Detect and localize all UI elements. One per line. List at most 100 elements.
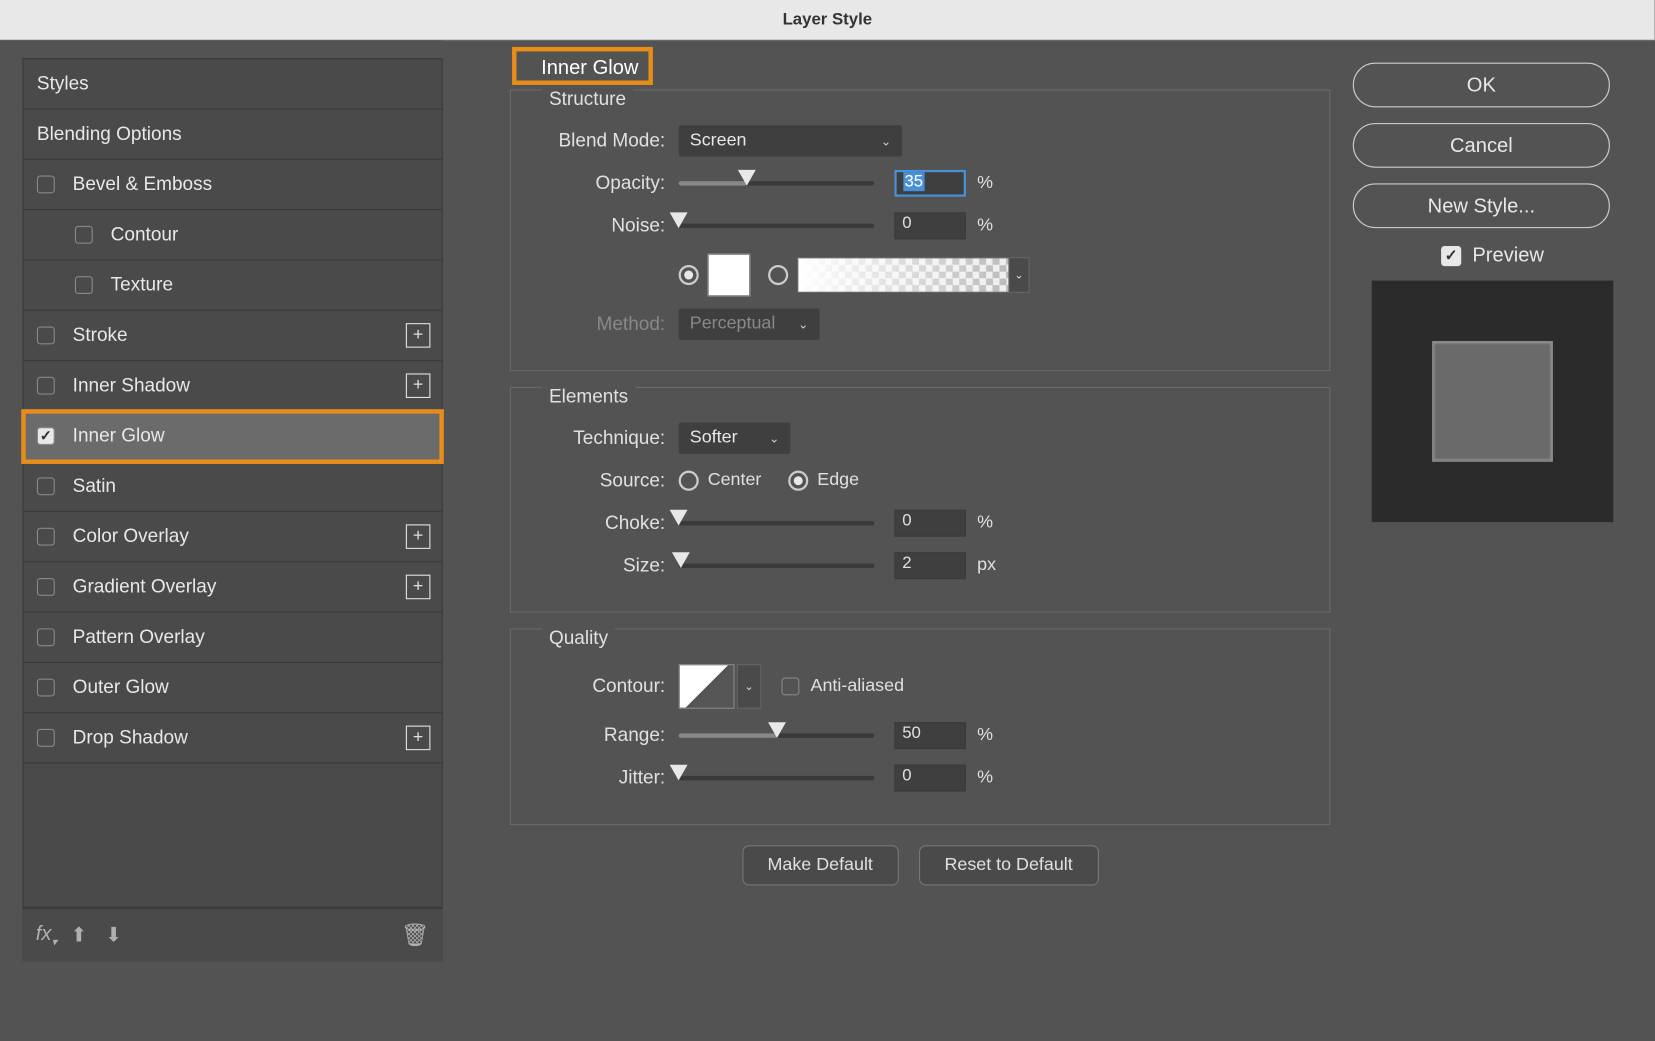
sidebar-item-texture[interactable]: Texture — [23, 260, 441, 310]
size-label: Size: — [533, 555, 678, 577]
gradient-dropdown[interactable]: ⌄ — [1010, 257, 1030, 293]
checkbox-outer-glow[interactable] — [37, 679, 55, 697]
ok-button[interactable]: OK — [1353, 63, 1610, 108]
noise-unit: % — [977, 216, 993, 236]
checkbox-inner-glow[interactable] — [37, 427, 55, 445]
preview-swatch — [1432, 341, 1553, 462]
checkbox-bevel[interactable] — [37, 176, 55, 194]
blend-mode-value: Screen — [690, 131, 747, 151]
main-panel: Inner Glow Structure Blend Mode: Screen⌄… — [443, 40, 1353, 961]
add-stroke-icon[interactable]: + — [406, 323, 431, 348]
structure-group: Structure Blend Mode: Screen⌄ Opacity: 3… — [510, 89, 1331, 371]
sidebar-item-satin[interactable]: Satin — [23, 462, 441, 512]
source-edge-radio[interactable] — [788, 471, 808, 491]
add-drop-shadow-icon[interactable]: + — [406, 726, 431, 751]
right-panel: OK Cancel New Style... Preview — [1353, 40, 1655, 961]
jitter-input[interactable]: 0 — [894, 765, 966, 792]
range-unit: % — [977, 726, 993, 746]
checkbox-satin[interactable] — [37, 477, 55, 495]
blend-mode-select[interactable]: Screen⌄ — [679, 125, 903, 156]
sidebar-item-outer-glow[interactable]: Outer Glow — [23, 663, 441, 713]
sidebar: Styles Blending Options Bevel & Emboss C… — [0, 40, 443, 961]
checkbox-contour[interactable] — [75, 226, 93, 244]
sidebar-item-blending-options[interactable]: Blending Options — [23, 110, 441, 160]
opacity-input[interactable]: 35 — [894, 170, 966, 197]
preview-checkbox[interactable] — [1441, 245, 1461, 265]
label-contour: Contour — [111, 224, 179, 246]
range-input[interactable]: 50 — [894, 722, 966, 749]
sidebar-item-stroke[interactable]: Stroke + — [23, 311, 441, 361]
noise-label: Noise: — [533, 215, 678, 237]
new-style-button[interactable]: New Style... — [1353, 183, 1610, 228]
sidebar-item-styles[interactable]: Styles — [23, 59, 441, 109]
window-title: Layer Style — [783, 10, 872, 29]
gradient-preview[interactable] — [797, 257, 1009, 293]
sidebar-item-bevel-emboss[interactable]: Bevel & Emboss — [23, 160, 441, 210]
sidebar-item-contour[interactable]: Contour — [23, 210, 441, 260]
sidebar-footer: fx▾ ⬆ ⬇ 🗑 — [22, 908, 442, 962]
technique-select[interactable]: Softer⌄ — [679, 423, 791, 454]
method-label: Method: — [533, 313, 678, 335]
add-gradient-overlay-icon[interactable]: + — [406, 575, 431, 600]
choke-label: Choke: — [533, 512, 678, 534]
label-stroke: Stroke — [73, 324, 128, 346]
make-default-button[interactable]: Make Default — [742, 845, 899, 885]
move-up-icon[interactable]: ⬆ — [70, 923, 87, 946]
checkbox-color-overlay[interactable] — [37, 528, 55, 546]
window-titlebar: Layer Style — [0, 0, 1655, 40]
label-styles: Styles — [37, 73, 89, 95]
reset-default-button[interactable]: Reset to Default — [919, 845, 1099, 885]
label-outer-glow: Outer Glow — [73, 676, 169, 698]
delete-icon[interactable]: 🗑 — [401, 921, 429, 949]
preview-label: Preview — [1472, 244, 1544, 267]
label-satin: Satin — [73, 475, 116, 497]
blend-mode-label: Blend Mode: — [533, 130, 678, 152]
chevron-down-icon: ⌄ — [787, 317, 808, 332]
sidebar-item-pattern-overlay[interactable]: Pattern Overlay — [23, 613, 441, 663]
sidebar-item-color-overlay[interactable]: Color Overlay + — [23, 512, 441, 562]
preview-box — [1372, 281, 1613, 522]
sidebar-item-inner-glow[interactable]: Inner Glow — [23, 411, 441, 461]
contour-dropdown[interactable]: ⌄ — [737, 664, 762, 709]
sidebar-item-gradient-overlay[interactable]: Gradient Overlay+ — [23, 562, 441, 612]
label-color-overlay: Color Overlay — [73, 525, 189, 547]
noise-input[interactable]: 0 — [894, 212, 966, 239]
jitter-slider[interactable] — [679, 776, 875, 780]
gradient-radio[interactable] — [768, 265, 788, 285]
opacity-slider[interactable] — [679, 181, 875, 185]
panel-title: Inner Glow — [530, 54, 650, 82]
add-color-overlay-icon[interactable]: + — [406, 524, 431, 549]
opacity-value: 35 — [903, 172, 924, 191]
opacity-label: Opacity: — [533, 172, 678, 194]
checkbox-drop-shadow[interactable] — [37, 729, 55, 747]
add-inner-shadow-icon[interactable]: + — [406, 373, 431, 398]
sidebar-item-inner-shadow[interactable]: Inner Shadow+ — [23, 361, 441, 411]
label-drop-shadow: Drop Shadow — [73, 727, 188, 749]
label-blending: Blending Options — [37, 123, 182, 145]
color-radio[interactable] — [679, 265, 699, 285]
checkbox-pattern-overlay[interactable] — [37, 628, 55, 646]
color-swatch[interactable] — [708, 254, 750, 296]
choke-input[interactable]: 0 — [894, 510, 966, 537]
choke-slider[interactable] — [679, 521, 875, 525]
jitter-unit: % — [977, 768, 993, 788]
antialiased-checkbox[interactable] — [781, 678, 799, 696]
move-down-icon[interactable]: ⬇ — [105, 923, 122, 946]
range-slider[interactable] — [679, 733, 875, 737]
label-inner-glow: Inner Glow — [73, 425, 165, 447]
contour-picker[interactable] — [679, 664, 735, 709]
cancel-button[interactable]: Cancel — [1353, 123, 1610, 168]
noise-slider[interactable] — [679, 224, 875, 228]
fx-menu-icon[interactable]: fx▾ — [36, 922, 57, 948]
size-input[interactable]: 2 — [894, 552, 966, 579]
size-unit: px — [977, 556, 996, 576]
sidebar-item-drop-shadow[interactable]: Drop Shadow + — [23, 713, 441, 763]
source-center-radio[interactable] — [679, 471, 699, 491]
checkbox-stroke[interactable] — [37, 326, 55, 344]
checkbox-inner-shadow[interactable] — [37, 377, 55, 395]
checkbox-gradient-overlay[interactable] — [37, 578, 55, 596]
size-slider[interactable] — [679, 563, 875, 567]
elements-group: Elements Technique: Softer⌄ Source: Cent… — [510, 387, 1331, 613]
checkbox-texture[interactable] — [75, 276, 93, 294]
choke-unit: % — [977, 513, 993, 533]
